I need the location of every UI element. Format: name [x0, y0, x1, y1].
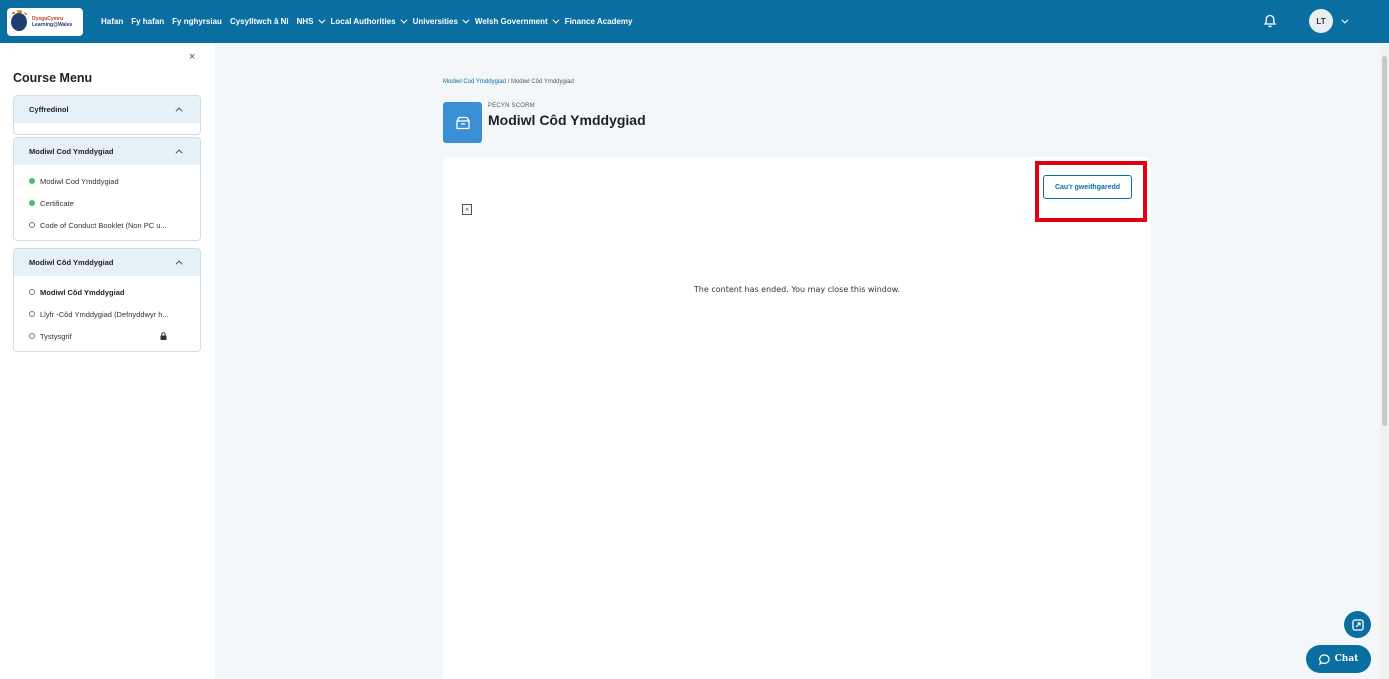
- nav-item-label: Welsh Government: [474, 17, 548, 26]
- primary-nav: Hafan Fy hafan Fy nghyrsiau Cysylltwch â Ni…: [101, 0, 640, 43]
- incomplete-status-icon: [29, 333, 35, 339]
- nav-item-label: Fy nghyrsiau: [172, 17, 222, 26]
- breadcrumb: Modiwl Cod Ymddygiad / Modiwl Côd Ymddyg…: [443, 79, 574, 85]
- section-header[interactable]: Modiwl Cod Ymddygiad: [14, 138, 200, 165]
- activity-link[interactable]: Certificate: [40, 199, 74, 208]
- expand-button[interactable]: [1344, 611, 1371, 638]
- activity-link[interactable]: Modiwl Cod Ymddygiad: [40, 177, 119, 186]
- list-item[interactable]: Tystysgrif: [14, 325, 200, 347]
- nav-item-label: Cysylltwch â Ni: [229, 17, 289, 26]
- section-title: Cyffredinol: [29, 105, 69, 114]
- nav-item-fy-nghyrsiau[interactable]: Fy nghyrsiau: [172, 17, 222, 26]
- activity-link[interactable]: Code of Conduct Booklet (Non PC u...: [40, 221, 167, 230]
- chevron-up-icon: [175, 260, 183, 268]
- avatar[interactable]: LT: [1309, 9, 1333, 33]
- nav-item-hafan[interactable]: Hafan: [101, 17, 123, 26]
- user-menu[interactable]: LT: [1309, 9, 1349, 33]
- chevron-up-icon: [175, 149, 183, 157]
- top-navbar: DysguCymru Learning@Wales Hafan Fy hafan F…: [0, 0, 1389, 43]
- site-logo[interactable]: DysguCymru Learning@Wales: [7, 8, 83, 36]
- chat-bubble-icon: [1318, 653, 1330, 665]
- activity-link[interactable]: Modiwl Côd Ymddygiad: [40, 288, 124, 297]
- activity-link[interactable]: Tystysgrif: [40, 332, 72, 341]
- nav-item-fy-hafan[interactable]: Fy hafan: [131, 17, 164, 26]
- section-title: Modiwl Cod Ymddygiad: [29, 147, 114, 156]
- course-menu-title: Course Menu: [13, 71, 93, 85]
- close-drawer-icon[interactable]: ×: [189, 51, 195, 63]
- section-cyffredinol: Cyffredinol: [13, 95, 201, 135]
- scorm-package-icon: [443, 102, 482, 143]
- section-title: Modiwl Côd Ymddygiad: [29, 258, 114, 267]
- activity-type-label: PECYN SCORM: [488, 103, 535, 109]
- nav-item-finance-academy[interactable]: Finance Academy: [565, 17, 633, 26]
- chevron-down-icon: [552, 16, 560, 24]
- nav-item-label: Local Authorities: [330, 17, 396, 26]
- breadcrumb-current: Modiwl Côd Ymddygiad: [510, 79, 574, 85]
- notification-bell-icon[interactable]: [1262, 13, 1278, 29]
- section-header[interactable]: Modiwl Côd Ymddygiad: [14, 249, 200, 276]
- activity-link[interactable]: Llyfr -Côd Ymddygiad (Defnyddwyr h...: [40, 310, 169, 319]
- chat-label: Chat: [1334, 654, 1359, 664]
- page-title: Modiwl Côd Ymddygiad: [488, 112, 646, 128]
- list-item[interactable]: Certificate: [14, 192, 200, 214]
- nav-item-universities[interactable]: Universities: [412, 16, 470, 26]
- section-header[interactable]: Cyffredinol: [14, 96, 200, 123]
- content-ended-message: The content has ended. You may close thi…: [693, 285, 901, 294]
- nav-item-label: Finance Academy: [564, 17, 633, 26]
- incomplete-status-icon: [29, 222, 35, 228]
- chevron-down-icon: [317, 16, 325, 24]
- section-modiwl-cod: Modiwl Cod Ymddygiad Modiwl Cod Ymddygia…: [13, 137, 201, 241]
- breadcrumb-link[interactable]: Modiwl Cod Ymddygiad: [443, 79, 506, 85]
- list-item[interactable]: Code of Conduct Booklet (Non PC u...: [14, 214, 200, 236]
- toc-toggle-button[interactable]: »: [462, 204, 472, 215]
- logo-line-2: Learning@Wales: [32, 22, 73, 28]
- chevron-up-icon: [175, 107, 183, 115]
- incomplete-status-icon: [29, 289, 35, 295]
- list-item[interactable]: Modiwl Cod Ymddygiad: [14, 170, 200, 192]
- completed-status-icon: [29, 178, 35, 184]
- nav-item-cysylltwch-ni[interactable]: Cysylltwch â Ni: [230, 17, 289, 26]
- list-item[interactable]: Llyfr -Côd Ymddygiad (Defnyddwyr h...: [14, 303, 200, 325]
- logo-mark-icon: [9, 10, 29, 31]
- chevron-down-icon: [1341, 16, 1349, 24]
- nav-item-label: Fy hafan: [131, 17, 165, 26]
- nav-item-label: NHS: [296, 17, 314, 26]
- completed-status-icon: [29, 200, 35, 206]
- course-menu-drawer: × Course Menu Cyffredinol Modiwl Cod Ymd…: [0, 43, 215, 679]
- list-item-active[interactable]: Modiwl Côd Ymddygiad: [14, 281, 200, 303]
- nav-item-label: Hafan: [101, 17, 124, 26]
- close-activity-button[interactable]: Cau'r gweithgaredd: [1043, 175, 1132, 199]
- section-modiwl-cod-welsh: Modiwl Côd Ymddygiad Modiwl Côd Ymddygia…: [13, 248, 201, 352]
- nav-item-local-authorities[interactable]: Local Authorities: [330, 16, 408, 26]
- chevron-down-icon: [462, 16, 470, 24]
- chat-button[interactable]: Chat: [1306, 645, 1371, 673]
- incomplete-status-icon: [29, 311, 35, 317]
- chevron-down-icon: [399, 16, 408, 24]
- scrollbar-thumb[interactable]: [1382, 56, 1387, 426]
- scorm-content-card: [443, 157, 1151, 679]
- expand-icon: [1351, 618, 1364, 631]
- nav-item-welsh-government[interactable]: Welsh Government: [474, 16, 560, 26]
- nav-item-nhs[interactable]: NHS: [296, 16, 325, 26]
- lock-icon: [160, 332, 167, 340]
- nav-item-label: Universities: [412, 17, 458, 26]
